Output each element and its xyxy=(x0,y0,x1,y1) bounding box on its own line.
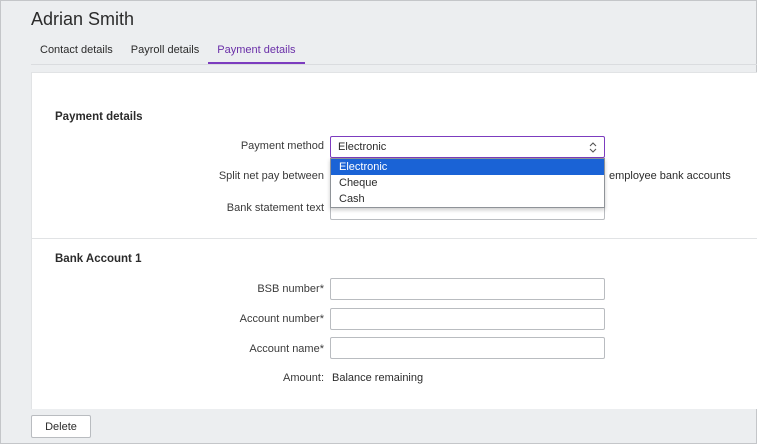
dropdown-option-electronic[interactable]: Electronic xyxy=(331,159,604,175)
account-name-label-text: Account name xyxy=(249,343,320,355)
delete-button[interactable]: Delete xyxy=(31,415,91,438)
payment-method-select[interactable]: Electronic xyxy=(330,136,605,158)
required-marker: * xyxy=(319,343,324,355)
account-name-label: Account name* xyxy=(124,343,324,355)
account-name-input[interactable] xyxy=(330,337,605,359)
split-net-pay-trailing-text: employee bank accounts xyxy=(609,170,731,182)
tab-bar: Contact details Payroll details Payment … xyxy=(31,40,305,64)
bsb-number-input[interactable] xyxy=(330,278,605,300)
account-number-label: Account number* xyxy=(124,313,324,325)
chevron-up-down-icon xyxy=(589,141,597,153)
bank-statement-text-label: Bank statement text xyxy=(226,202,324,214)
employee-name-heading: Adrian Smith xyxy=(31,9,135,29)
amount-value: Balance remaining xyxy=(332,372,424,384)
account-number-label-text: Account number xyxy=(239,313,320,325)
account-number-input[interactable] xyxy=(330,308,605,330)
dropdown-option-cheque[interactable]: Cheque xyxy=(331,175,604,191)
section-divider xyxy=(31,238,757,239)
required-marker: * xyxy=(319,313,324,325)
bsb-number-label-text: BSB number xyxy=(257,283,320,295)
amount-label: Amount: xyxy=(283,372,324,384)
payment-method-label: Payment method xyxy=(240,140,324,152)
dropdown-option-cash[interactable]: Cash xyxy=(331,191,604,207)
tab-contact-details[interactable]: Contact details xyxy=(31,40,122,64)
tab-payroll-details[interactable]: Payroll details xyxy=(122,40,208,64)
tab-payment-details[interactable]: Payment details xyxy=(208,40,305,64)
split-net-pay-label: Split net pay between xyxy=(218,170,324,182)
payment-method-value: Electronic xyxy=(338,141,387,153)
required-marker: * xyxy=(319,283,324,295)
bank-account-1-section-title: Bank Account 1 xyxy=(55,253,142,265)
tab-bar-divider xyxy=(31,64,757,65)
payment-details-section-title: Payment details xyxy=(55,111,143,123)
bsb-number-label: BSB number* xyxy=(124,283,324,295)
payment-method-dropdown-list: Electronic Cheque Cash xyxy=(330,158,605,208)
